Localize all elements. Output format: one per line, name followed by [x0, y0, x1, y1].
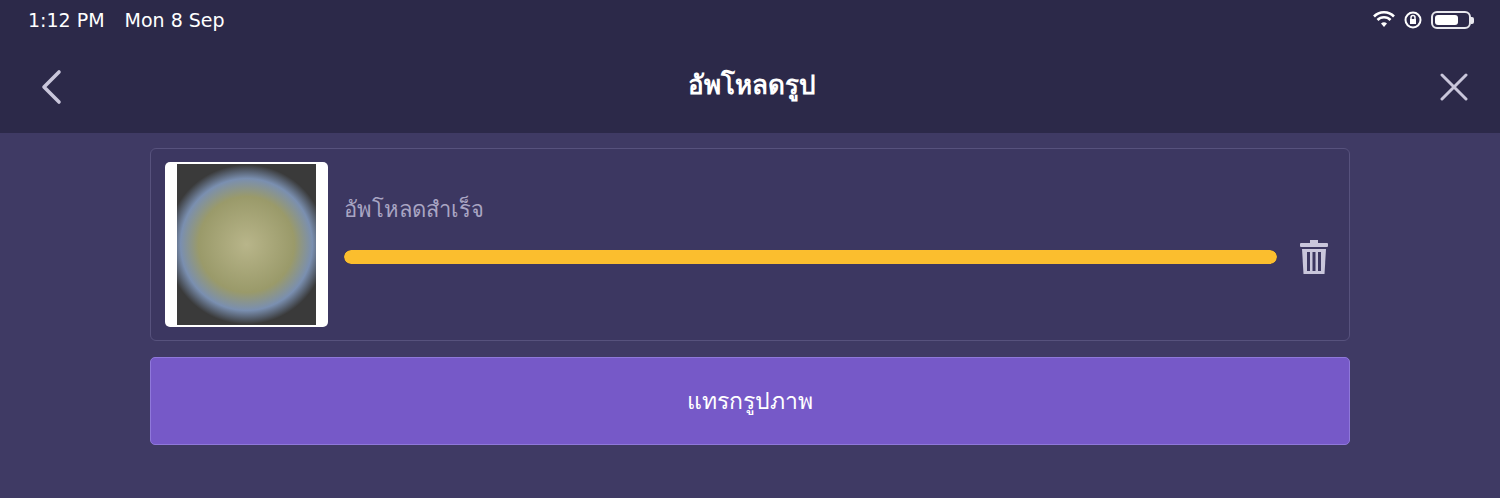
status-bar: 1:12 PM Mon 8 Sep	[0, 0, 1500, 40]
nav-bar: อัพโหลดรูป	[0, 40, 1500, 133]
back-icon[interactable]	[38, 69, 64, 105]
orientation-lock-icon	[1403, 10, 1423, 30]
page-title: อัพโหลดรูป	[688, 64, 816, 109]
trash-icon[interactable]	[1299, 239, 1329, 275]
battery	[1431, 11, 1471, 29]
clock: 1:12 PM	[28, 9, 105, 31]
battery-fill	[1435, 15, 1458, 25]
close-icon[interactable]	[1440, 73, 1468, 101]
upload-card: อัพโหลดสำเร็จ	[150, 148, 1350, 341]
progress-track	[344, 250, 1277, 264]
insert-image-button[interactable]: แทรกรูปภาพ	[150, 357, 1350, 445]
date: Mon 8 Sep	[125, 9, 225, 31]
wifi-icon	[1373, 11, 1395, 29]
progress-fill	[344, 250, 1277, 264]
photo-thumbnail	[165, 162, 328, 327]
upload-status: อัพโหลดสำเร็จ	[344, 192, 1335, 227]
